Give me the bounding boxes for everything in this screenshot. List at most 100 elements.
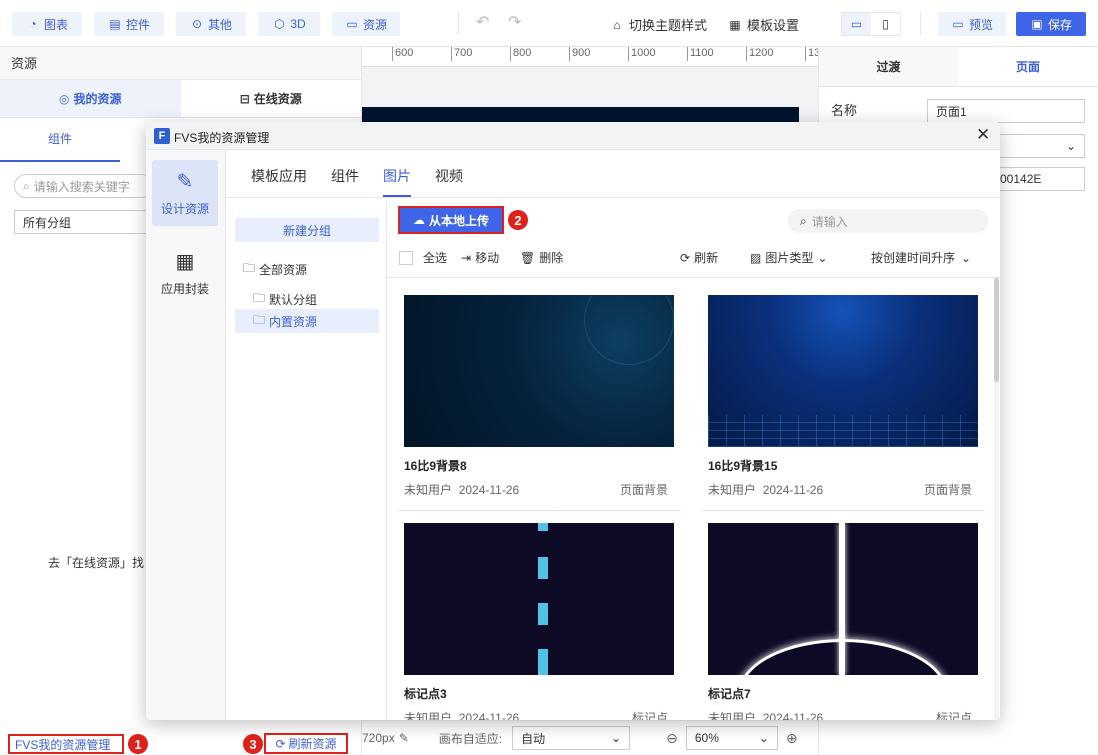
refresh-resources-button[interactable]: ⟳ 刷新资源 bbox=[264, 733, 348, 754]
ruler-tick: 800 bbox=[510, 47, 531, 61]
card-tag: 标记点 bbox=[935, 711, 972, 720]
image-thumbnail bbox=[404, 295, 674, 447]
image-card[interactable]: 16比9背景8 未知用户 2024-11-26 页面背景 bbox=[404, 295, 676, 498]
sort-select[interactable]: 按创建时间升序 ⌄ bbox=[871, 249, 971, 266]
cloud-upload-icon: ☁ bbox=[412, 213, 425, 227]
fvs-logo-icon: F bbox=[154, 128, 170, 144]
autofit-select[interactable]: 自动 ⌄ bbox=[512, 726, 631, 750]
move-button[interactable]: ⇥ 移动 bbox=[461, 249, 499, 266]
tree-item-default[interactable]: 🗀 默认分组 bbox=[253, 289, 317, 310]
tab-online-resources[interactable]: ⊟ 在线资源 bbox=[181, 80, 362, 117]
image-type-filter[interactable]: ▨ 图片类型 ⌄ bbox=[750, 249, 827, 266]
image-thumbnail bbox=[708, 295, 978, 447]
theme-icon: ⌂ bbox=[613, 17, 621, 32]
nav-design-resources[interactable]: ✎ 设计资源 bbox=[152, 160, 218, 226]
name-label: 名称 bbox=[831, 103, 858, 118]
mobile-icon[interactable]: ▯ bbox=[871, 13, 900, 35]
canvas-size: 720px bbox=[362, 731, 395, 745]
save-icon: ▣ bbox=[1031, 17, 1043, 31]
design-resource-icon: ✎ bbox=[176, 171, 194, 193]
resource-search-input[interactable]: ⌕ 请输入搜索关键字 bbox=[14, 174, 154, 198]
3d-button[interactable]: ⬡ 3D bbox=[258, 12, 320, 36]
ruler-tick: 700 bbox=[451, 47, 472, 61]
card-title: 标记点7 bbox=[708, 687, 751, 701]
horizontal-ruler: 600 700 800 900 1000 1100 1200 1300 bbox=[362, 47, 832, 67]
monitor-icon: ▭ bbox=[952, 17, 964, 31]
undo-icon[interactable]: ↶ bbox=[476, 12, 489, 32]
scrollbar-thumb[interactable] bbox=[994, 278, 999, 382]
image-search-input[interactable]: ⌕ 请输入 bbox=[788, 209, 988, 233]
divider bbox=[387, 277, 1000, 278]
tree-item-all[interactable]: 🗀 全部资源 bbox=[243, 259, 307, 280]
card-tag: 页面背景 bbox=[923, 483, 972, 497]
resource-button[interactable]: ▭ 资源 bbox=[332, 12, 400, 36]
top-toolbar: ◔ 图表 ▤ 控件 ⊙ 其他 ⬡ 3D ▭ 资源 ↶ ↷ ⌂ 切换主题样式 ▦ 模板设置 ▭ … bbox=[0, 0, 1098, 47]
tree-item-builtin[interactable]: 🗀 内置资源 bbox=[235, 309, 379, 333]
card-user: 未知用户 bbox=[404, 711, 453, 720]
image-card[interactable]: 标记点7 未知用户 2024-11-26 标记点 bbox=[708, 523, 980, 720]
card-tag: 页面背景 bbox=[619, 483, 668, 497]
switch-theme-button[interactable]: ⌂ 切换主题样式 bbox=[610, 15, 707, 34]
refresh-icon: ⟳ bbox=[275, 736, 286, 751]
search-icon: ⌕ bbox=[23, 178, 30, 193]
tab-page[interactable]: 页面 bbox=[958, 47, 1098, 86]
subtab-components[interactable]: 组件 bbox=[0, 118, 120, 162]
image-thumbnail bbox=[708, 523, 978, 675]
folder-icon: 🗀 bbox=[253, 312, 266, 327]
trash-icon: 🗑 bbox=[520, 250, 536, 265]
group-tree-panel: 新建分组 🗀 全部资源 🗀 默认分组 🗀 内置资源 bbox=[227, 199, 387, 720]
select-all-checkbox[interactable]: 全选 bbox=[399, 249, 447, 266]
edit-icon[interactable]: ✎ bbox=[399, 731, 409, 745]
other-button[interactable]: ⊙ 其他 bbox=[176, 12, 246, 36]
zoom-out-icon[interactable]: ⊖ bbox=[666, 730, 678, 747]
page-name-input[interactable]: 页面1 bbox=[927, 99, 1085, 123]
card-title: 16比9背景8 bbox=[404, 459, 467, 473]
empty-hint: 去「在线资源」找 bbox=[48, 556, 145, 570]
ruler-tick: 1200 bbox=[746, 47, 773, 61]
tab-my-resources[interactable]: ◎ 我的资源 bbox=[0, 80, 181, 117]
tab-images[interactable]: 图片 bbox=[383, 166, 411, 197]
redo-icon[interactable]: ↷ bbox=[508, 12, 521, 32]
tab-transition[interactable]: 过渡 bbox=[819, 47, 958, 86]
tab-components[interactable]: 组件 bbox=[331, 166, 359, 186]
annotation-badge-1: 1 bbox=[128, 734, 148, 754]
group-select[interactable]: 所有分组 bbox=[14, 210, 154, 234]
close-icon[interactable]: ✕ bbox=[976, 125, 990, 145]
box-icon: ▭ bbox=[346, 17, 358, 31]
preview-button[interactable]: ▭ 预览 bbox=[938, 12, 1006, 36]
card-title: 标记点3 bbox=[404, 687, 447, 701]
desktop-icon[interactable]: ▭ bbox=[842, 13, 871, 35]
fvs-resource-link[interactable]: FVS我的资源管理 bbox=[8, 734, 124, 754]
folder-icon: 🗀 bbox=[253, 291, 266, 305]
annotation-badge-3: 3 bbox=[243, 734, 263, 754]
divider bbox=[398, 510, 681, 511]
new-group-button[interactable]: 新建分组 bbox=[235, 218, 379, 242]
card-user: 未知用户 bbox=[708, 483, 757, 497]
image-card[interactable]: 16比9背景15 未知用户 2024-11-26 页面背景 bbox=[708, 295, 980, 498]
upload-local-button[interactable]: ☁ 从本地上传 bbox=[398, 206, 504, 234]
refresh-button[interactable]: ⟳ 刷新 bbox=[680, 249, 718, 266]
delete-button[interactable]: 🗑 删除 bbox=[520, 249, 563, 266]
card-user: 未知用户 bbox=[708, 711, 757, 720]
tab-template-app[interactable]: 模板应用 bbox=[251, 166, 307, 186]
image-thumbnail bbox=[404, 523, 674, 675]
template-settings-button[interactable]: ▦ 模板设置 bbox=[728, 15, 799, 34]
card-title: 16比9背景15 bbox=[708, 459, 778, 473]
zoom-select[interactable]: 60% ⌄ bbox=[685, 726, 778, 750]
control-button[interactable]: ▤ 控件 bbox=[94, 12, 164, 36]
card-user: 未知用户 bbox=[404, 483, 453, 497]
chart-button[interactable]: ◔ 图表 bbox=[12, 12, 82, 36]
tab-videos[interactable]: 视频 bbox=[435, 166, 463, 186]
ruler-tick: 900 bbox=[569, 47, 590, 61]
save-button[interactable]: ▣ 保存 bbox=[1016, 12, 1086, 36]
search-icon: ⌕ bbox=[800, 213, 807, 228]
control-icon: ▤ bbox=[109, 17, 121, 31]
checkbox-icon bbox=[399, 250, 413, 265]
nav-app-package[interactable]: ▦ 应用封装 bbox=[152, 240, 218, 306]
card-date: 2024-11-26 bbox=[762, 483, 824, 497]
image-card[interactable]: 标记点3 未知用户 2024-11-26 标记点 bbox=[404, 523, 676, 720]
ruler-tick: 1000 bbox=[628, 47, 655, 61]
dialog-header: F FVS我的资源管理 ✕ bbox=[146, 122, 1000, 150]
zoom-in-icon[interactable]: ⊕ bbox=[786, 730, 798, 747]
scrollbar-track[interactable] bbox=[994, 278, 999, 720]
